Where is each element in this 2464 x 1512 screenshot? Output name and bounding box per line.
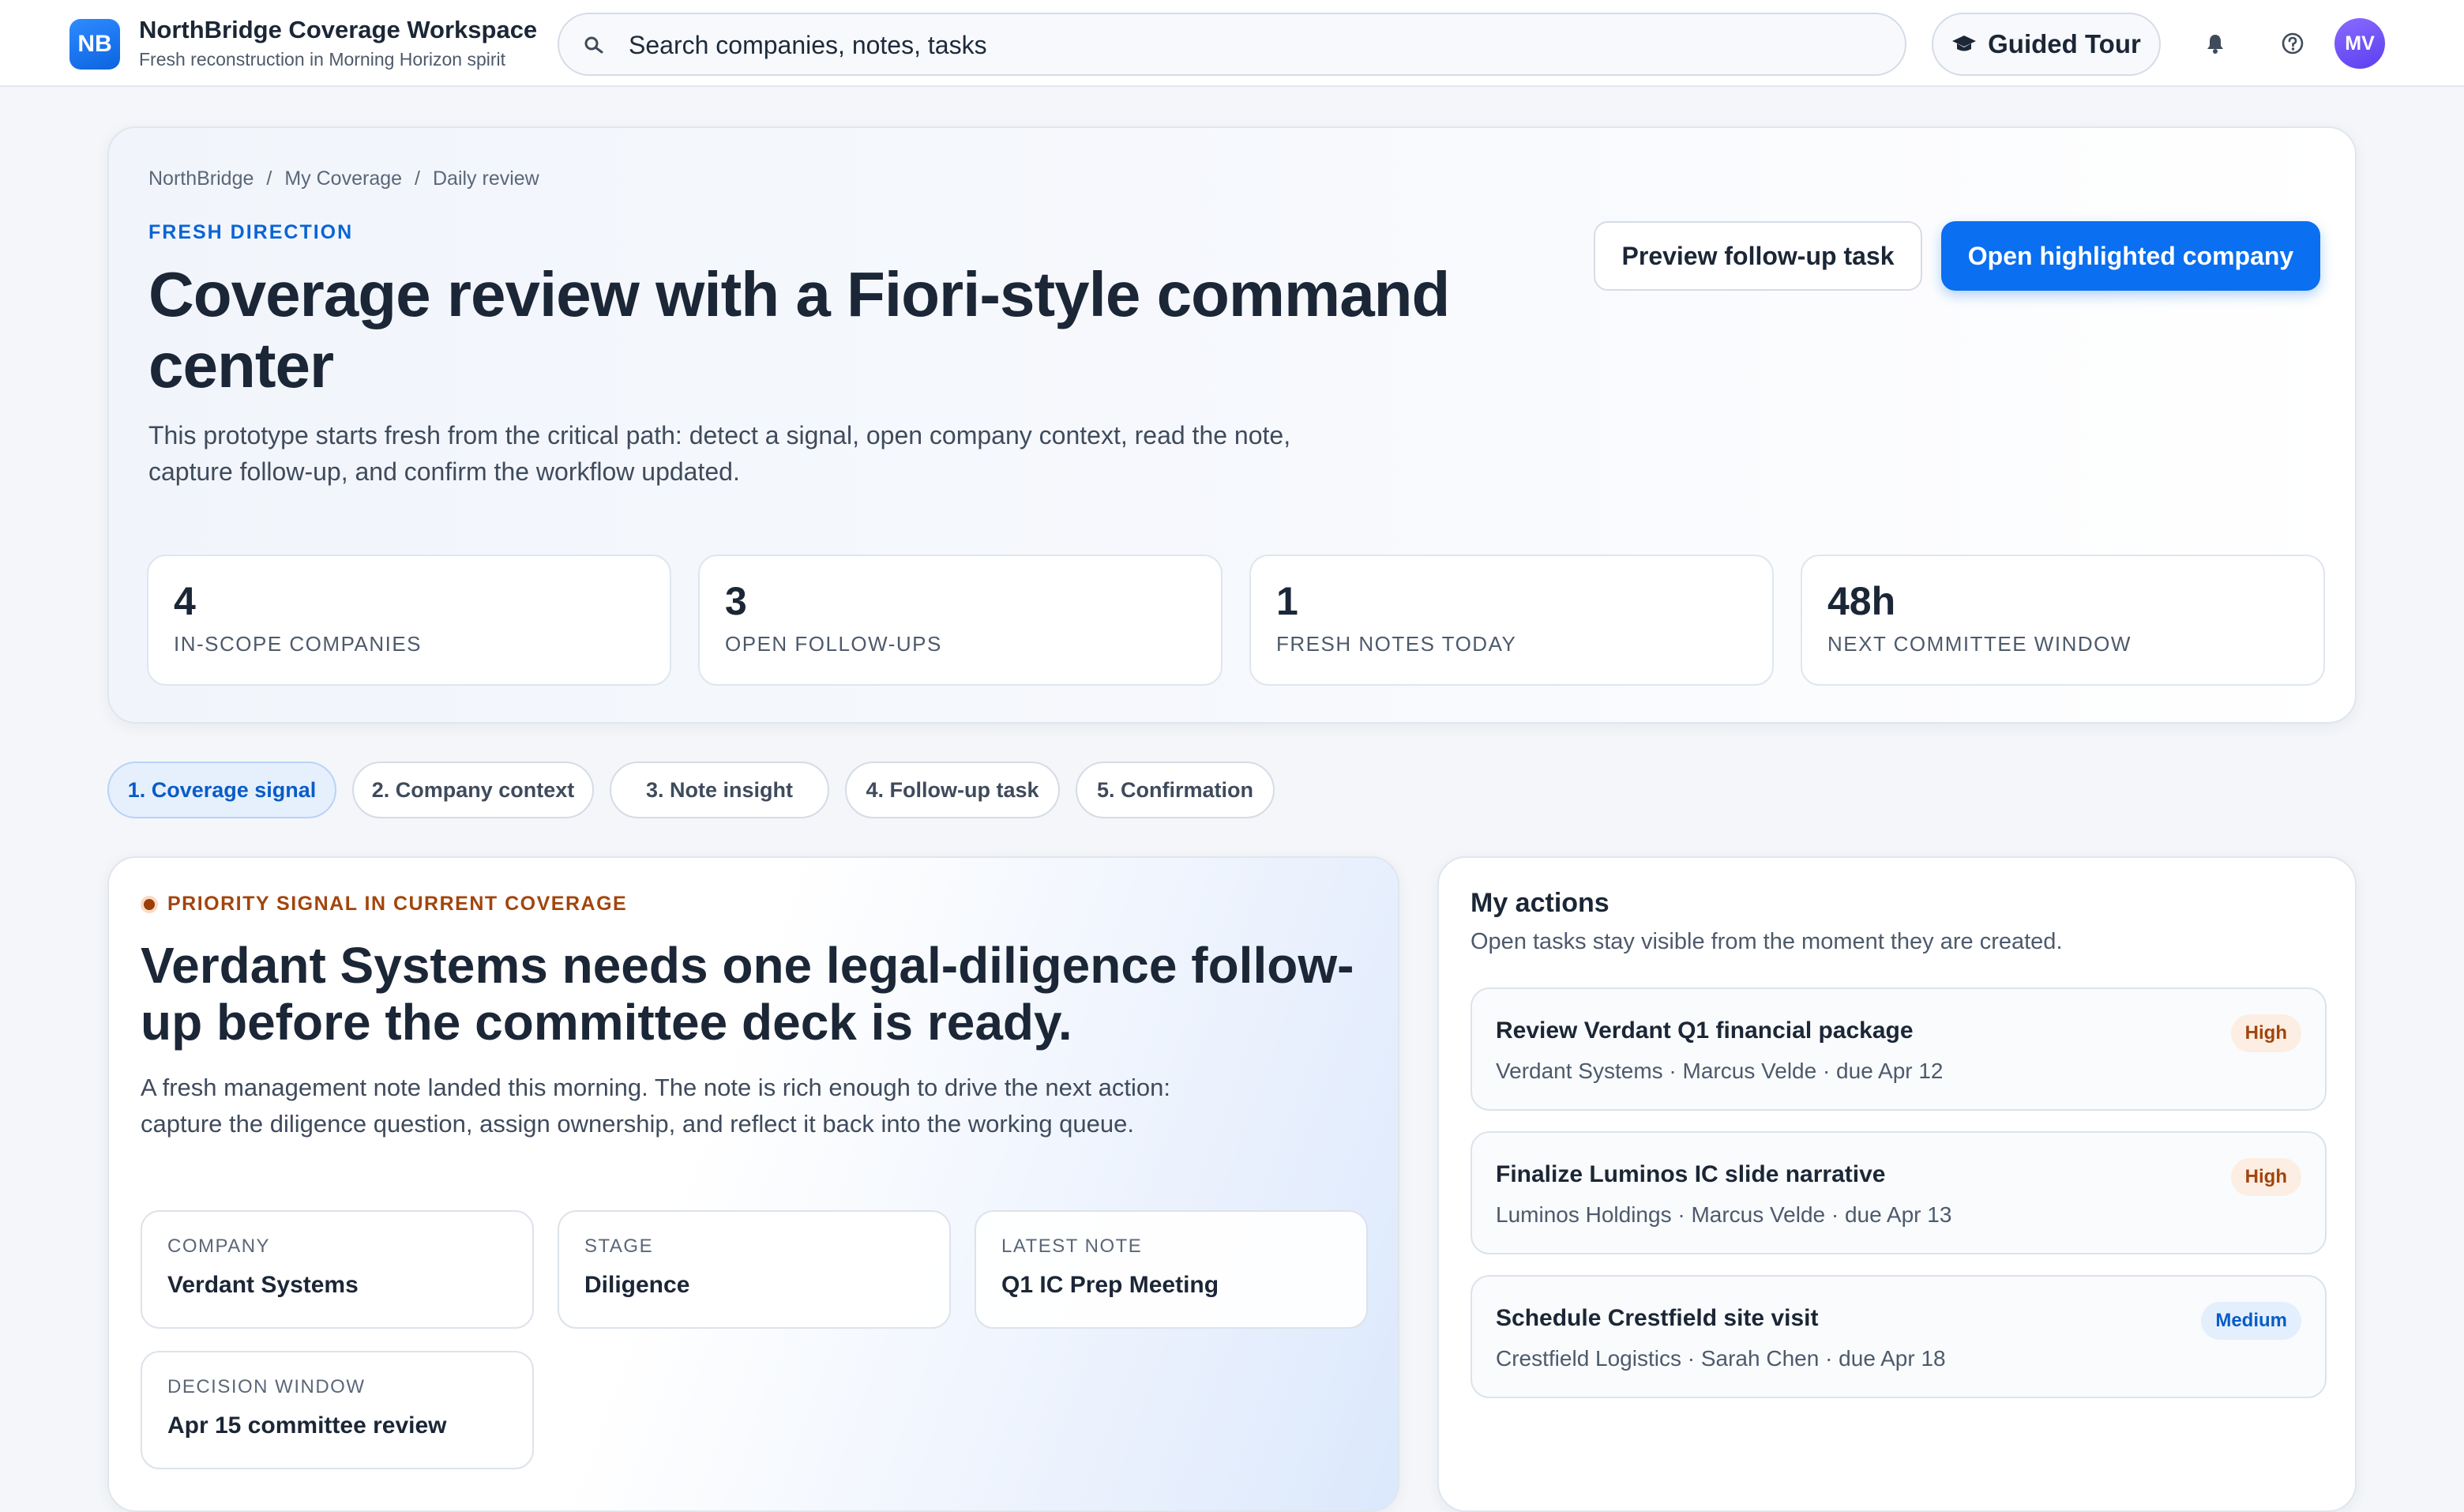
field-value: Q1 IC Prep Meeting bbox=[1001, 1272, 1219, 1298]
signal-title: Verdant Systems needs one legal-diligenc… bbox=[141, 937, 1354, 1051]
stat-value: 1 bbox=[1276, 579, 1298, 623]
stat-label: NEXT COMMITTEE WINDOW bbox=[1827, 632, 2132, 656]
priority-signal-card: PRIORITY SIGNAL IN CURRENT COVERAGE Verd… bbox=[107, 856, 1399, 1512]
search-icon bbox=[584, 36, 603, 54]
field-label: COMPANY bbox=[167, 1236, 271, 1257]
hero-panel: NorthBridge / My Coverage / Daily review… bbox=[107, 126, 2357, 724]
signal-dot-icon bbox=[141, 895, 158, 913]
field-label: STAGE bbox=[584, 1236, 654, 1257]
field-stage: STAGE Diligence bbox=[558, 1210, 951, 1329]
step-confirmation[interactable]: 5. Confirmation bbox=[1076, 762, 1275, 818]
field-label: LATEST NOTE bbox=[1001, 1236, 1143, 1257]
field-value: Apr 15 committee review bbox=[167, 1412, 447, 1439]
app-subtitle: Fresh reconstruction in Morning Horizon … bbox=[139, 49, 506, 70]
task-item[interactable]: Finalize Luminos IC slide narrative Lumi… bbox=[1471, 1131, 2327, 1254]
guided-tour-label: Guided Tour bbox=[1988, 29, 2141, 58]
page-title: Coverage review with a Fiori-style comma… bbox=[148, 259, 1450, 401]
actions-title: My actions bbox=[1471, 888, 1609, 918]
task-meta: Verdant Systems · Marcus Velde · due Apr… bbox=[1496, 1059, 1944, 1083]
app-title: NorthBridge Coverage Workspace bbox=[139, 16, 538, 43]
signal-eyebrow-label: PRIORITY SIGNAL IN CURRENT COVERAGE bbox=[167, 893, 628, 915]
field-latest-note: LATEST NOTE Q1 IC Prep Meeting bbox=[975, 1210, 1368, 1329]
open-company-button[interactable]: Open highlighted company bbox=[1941, 221, 2320, 291]
step-coverage-signal[interactable]: 1. Coverage signal bbox=[107, 762, 336, 818]
search-input[interactable] bbox=[627, 25, 1875, 65]
stat-value: 3 bbox=[725, 579, 747, 623]
stat-card: 1 FRESH NOTES TODAY bbox=[1249, 555, 1774, 686]
stat-label: OPEN FOLLOW-UPS bbox=[725, 632, 942, 656]
task-meta: Luminos Holdings · Marcus Velde · due Ap… bbox=[1496, 1202, 1952, 1227]
step-note-insight[interactable]: 3. Note insight bbox=[610, 762, 829, 818]
stat-value: 48h bbox=[1827, 579, 1896, 623]
graduation-cap-icon bbox=[1952, 36, 1977, 51]
task-item[interactable]: Schedule Crestfield site visit Crestfiel… bbox=[1471, 1275, 2327, 1398]
help-circle-icon bbox=[2282, 32, 2304, 55]
guided-tour-button[interactable]: Guided Tour bbox=[1932, 13, 2161, 76]
help-button[interactable] bbox=[2274, 25, 2311, 62]
notifications-button[interactable] bbox=[2197, 25, 2233, 62]
field-company: COMPANY Verdant Systems bbox=[141, 1210, 534, 1329]
task-title: Finalize Luminos IC slide narrative bbox=[1496, 1161, 1886, 1187]
priority-badge: Medium bbox=[2201, 1302, 2301, 1340]
priority-badge: High bbox=[2230, 1014, 2301, 1052]
bell-icon bbox=[2207, 35, 2223, 54]
breadcrumb: NorthBridge / My Coverage / Daily review bbox=[148, 167, 539, 190]
field-value: Verdant Systems bbox=[167, 1272, 359, 1298]
task-item[interactable]: Review Verdant Q1 financial package Verd… bbox=[1471, 987, 2327, 1111]
field-label: DECISION WINDOW bbox=[167, 1376, 366, 1397]
top-bar: NB NorthBridge Coverage Workspace Fresh … bbox=[0, 0, 2464, 87]
task-meta: Crestfield Logistics · Sarah Chen · due … bbox=[1496, 1346, 1946, 1371]
my-actions-card: My actions Open tasks stay visible from … bbox=[1437, 856, 2357, 1512]
breadcrumb-separator: / bbox=[266, 167, 272, 190]
step-company-context[interactable]: 2. Company context bbox=[352, 762, 594, 818]
priority-badge: High bbox=[2230, 1158, 2301, 1196]
search-bar[interactable] bbox=[558, 13, 1906, 76]
hero-description: This prototype starts fresh from the cri… bbox=[148, 421, 1291, 486]
stat-card: 4 IN-SCOPE COMPANIES bbox=[147, 555, 671, 686]
app-logo[interactable]: NB bbox=[69, 19, 120, 70]
breadcrumb-separator: / bbox=[415, 167, 420, 190]
breadcrumb-item[interactable]: NorthBridge bbox=[148, 167, 254, 190]
step-follow-up-task[interactable]: 4. Follow-up task bbox=[845, 762, 1060, 818]
field-value: Diligence bbox=[584, 1272, 690, 1298]
task-title: Schedule Crestfield site visit bbox=[1496, 1305, 1819, 1331]
breadcrumb-item-current: Daily review bbox=[432, 167, 539, 190]
stat-value: 4 bbox=[174, 579, 196, 623]
actions-subtitle: Open tasks stay visible from the moment … bbox=[1471, 929, 2063, 954]
task-title: Review Verdant Q1 financial package bbox=[1496, 1017, 1914, 1044]
preview-follow-up-button[interactable]: Preview follow-up task bbox=[1594, 221, 1922, 291]
stat-label: IN-SCOPE COMPANIES bbox=[174, 632, 423, 656]
stat-card: 3 OPEN FOLLOW-UPS bbox=[698, 555, 1223, 686]
hero-eyebrow: FRESH DIRECTION bbox=[148, 221, 354, 243]
user-avatar[interactable]: MV bbox=[2334, 18, 2385, 69]
signal-description: A fresh management note landed this morn… bbox=[141, 1074, 1170, 1138]
field-decision-window: DECISION WINDOW Apr 15 committee review bbox=[141, 1351, 534, 1469]
stat-label: FRESH NOTES TODAY bbox=[1276, 632, 1517, 656]
stat-card: 48h NEXT COMMITTEE WINDOW bbox=[1801, 555, 2325, 686]
breadcrumb-item[interactable]: My Coverage bbox=[284, 167, 402, 190]
signal-eyebrow: PRIORITY SIGNAL IN CURRENT COVERAGE bbox=[141, 893, 627, 916]
